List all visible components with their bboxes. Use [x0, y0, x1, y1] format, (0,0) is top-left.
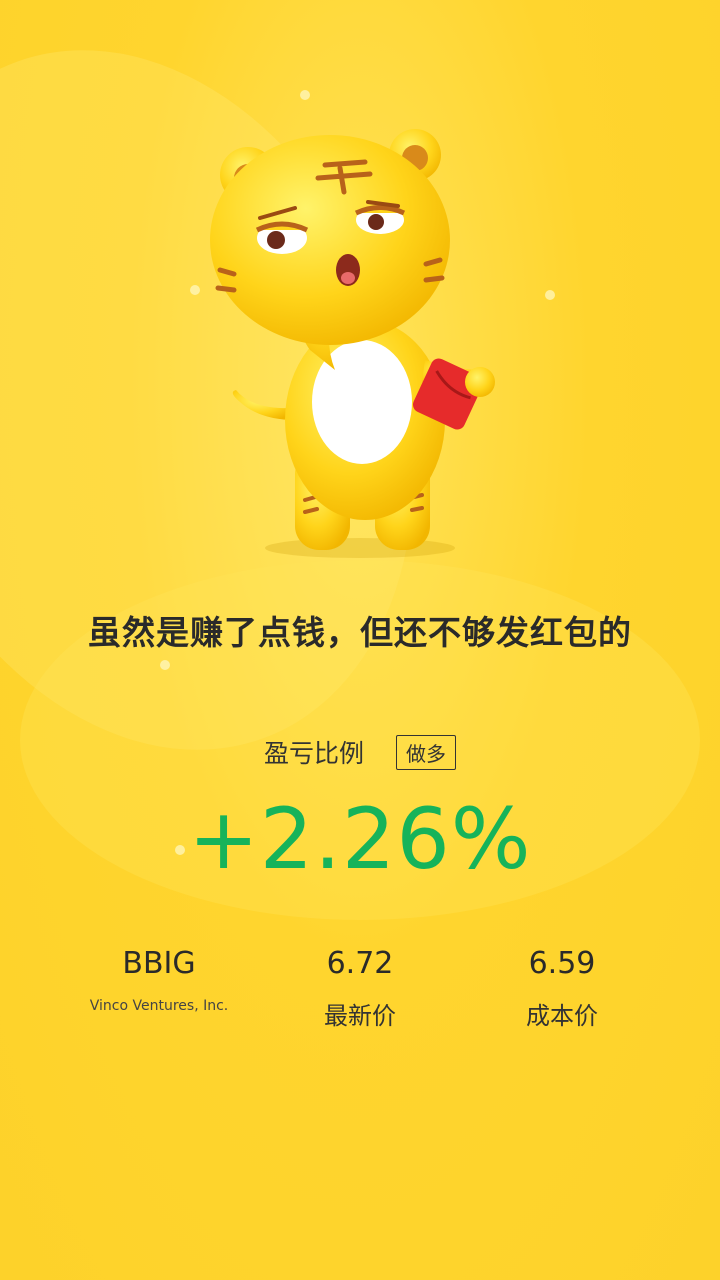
latest-price: 6.72 最新价: [260, 940, 460, 1031]
cost-price-label: 成本价: [526, 1002, 598, 1030]
sparkle-decoration: [545, 290, 555, 300]
latest-price-label: 最新价: [324, 1002, 396, 1030]
cost-price: 6.59 成本价: [462, 940, 662, 1031]
stock-name: Vinco Ventures, Inc.: [89, 998, 229, 1014]
pnl-ratio-row: 盈亏比例 做多: [0, 734, 720, 770]
sparkle-decoration: [160, 660, 170, 670]
cost-price-value: 6.59: [528, 946, 596, 981]
pnl-percentage: +2.26%: [188, 790, 532, 888]
pnl-ratio-label: 盈亏比例: [263, 739, 364, 768]
sparkle-decoration: [300, 90, 310, 100]
tiger-mascot-icon: [210, 129, 495, 558]
stock-info: BBIG Vinco Ventures, Inc.: [59, 940, 259, 1014]
sparkle-decoration: [190, 285, 200, 295]
position-side-badge: 做多: [396, 734, 456, 770]
headline-message: 虽然是赚了点钱，但还不够发红包的: [88, 613, 632, 652]
stock-ticker: BBIG: [122, 946, 196, 981]
latest-price-value: 6.72: [326, 946, 394, 981]
